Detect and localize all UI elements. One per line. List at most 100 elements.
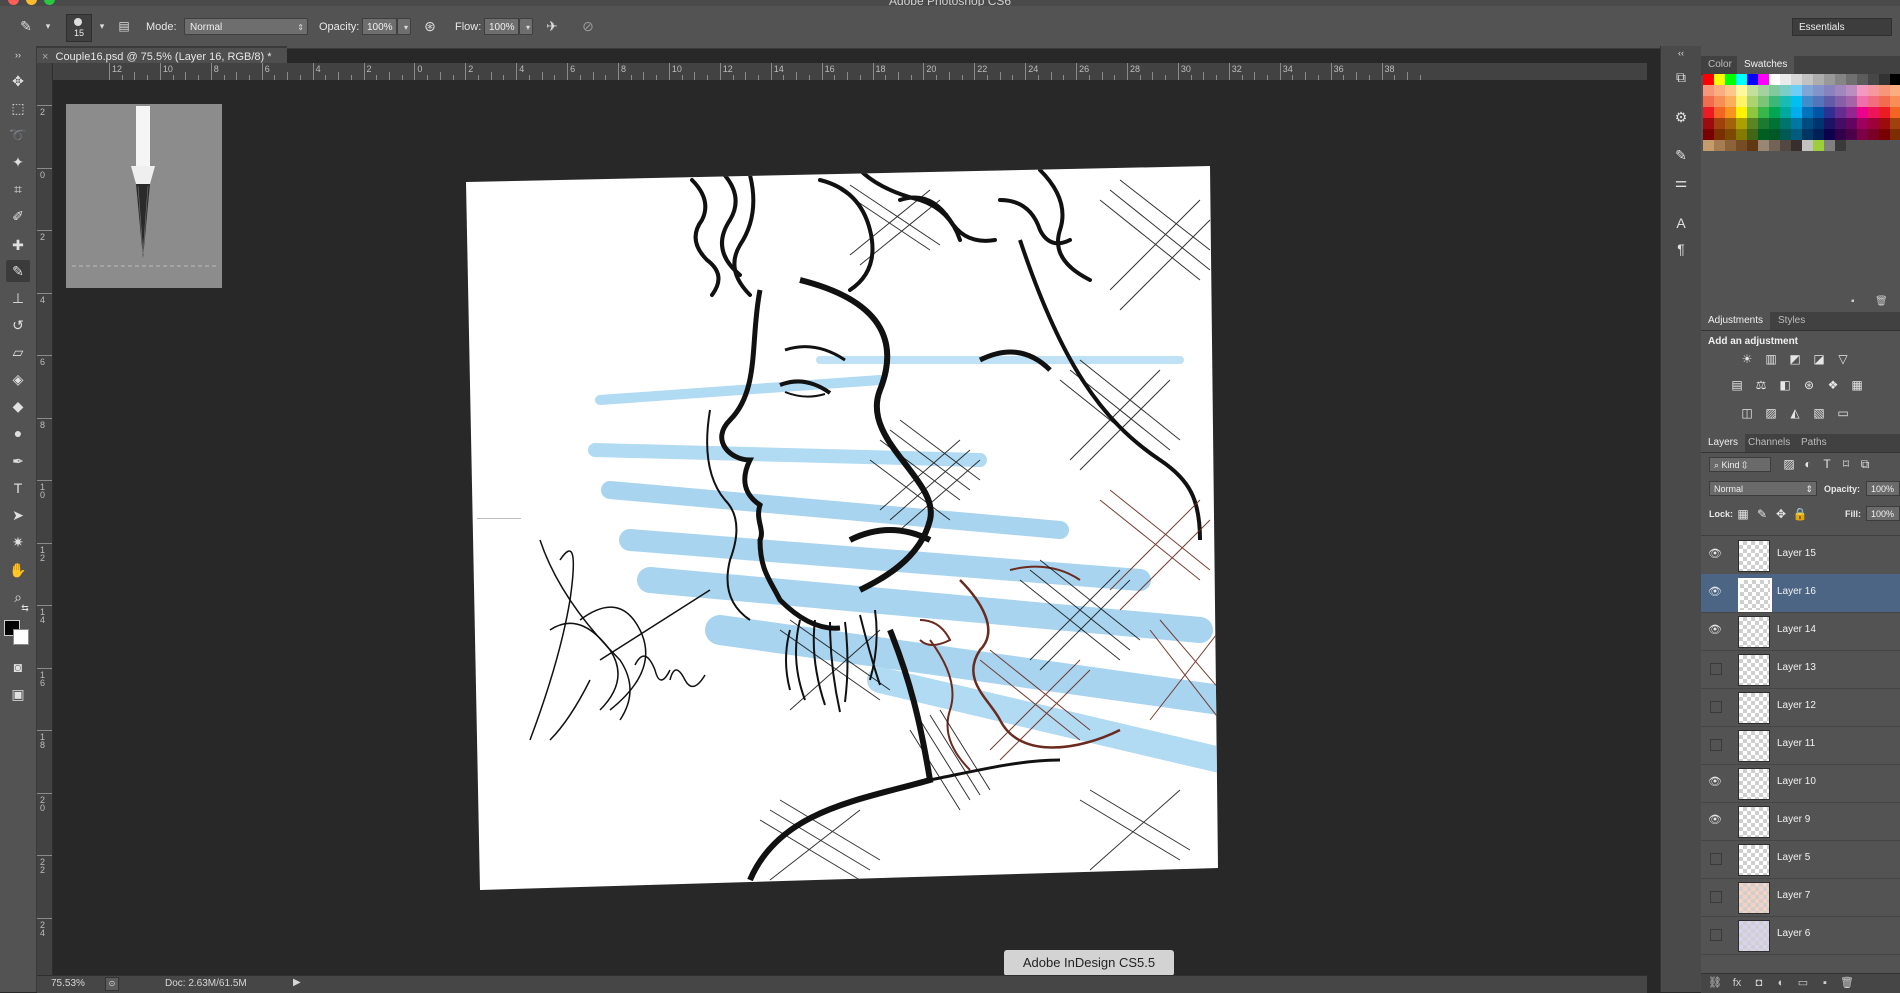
- swatch[interactable]: [1769, 118, 1780, 129]
- swatch[interactable]: [1725, 96, 1736, 107]
- crop-tool-icon[interactable]: ⌗: [6, 178, 30, 200]
- swatch[interactable]: [1703, 118, 1714, 129]
- swatch[interactable]: [1813, 96, 1824, 107]
- filter-adjustment-icon[interactable]: ◐: [1800, 457, 1816, 471]
- layer-name[interactable]: Layer 16: [1777, 586, 1816, 597]
- swatch[interactable]: [1802, 74, 1813, 85]
- layer-name[interactable]: Layer 9: [1777, 814, 1810, 825]
- exposure-icon[interactable]: ◪: [1811, 352, 1827, 366]
- history-brush-tool-icon[interactable]: ↺: [6, 314, 30, 336]
- layer-thumbnail[interactable]: [1738, 540, 1770, 572]
- lock-position-icon[interactable]: ✥: [1773, 507, 1789, 521]
- close-tab-icon[interactable]: ×: [42, 51, 48, 63]
- swatch[interactable]: [1736, 96, 1747, 107]
- pen-tool-icon[interactable]: ✒: [6, 450, 30, 472]
- levels-icon[interactable]: ▥: [1763, 352, 1779, 366]
- dodge-tool-icon[interactable]: ●: [6, 422, 30, 444]
- new-layer-icon[interactable]: ▪: [1817, 976, 1833, 991]
- swatch[interactable]: [1791, 140, 1802, 151]
- swatch[interactable]: [1703, 129, 1714, 140]
- swatch[interactable]: [1890, 96, 1900, 107]
- swatch[interactable]: [1769, 107, 1780, 118]
- swatch[interactable]: [1736, 74, 1747, 85]
- swatch[interactable]: [1747, 140, 1758, 151]
- visibility-eye-icon[interactable]: 👁: [1707, 622, 1723, 638]
- swatch[interactable]: [1780, 129, 1791, 140]
- collapse-toolbar-icon[interactable]: ››: [6, 49, 30, 61]
- swatch[interactable]: [1824, 85, 1835, 96]
- layer-row[interactable]: Layer 6: [1701, 916, 1900, 955]
- swatch[interactable]: [1879, 85, 1890, 96]
- visibility-toggle[interactable]: [1710, 739, 1722, 751]
- brush-tool-preset-icon[interactable]: ✎: [16, 16, 36, 36]
- swatch[interactable]: [1714, 129, 1725, 140]
- visibility-eye-icon[interactable]: 👁: [1707, 584, 1723, 600]
- mode-select[interactable]: Normal ⇕: [184, 18, 308, 35]
- swatch[interactable]: [1769, 74, 1780, 85]
- layer-row[interactable]: Layer 12: [1701, 688, 1900, 727]
- tab-swatches[interactable]: Swatches: [1737, 56, 1795, 74]
- swap-colors-icon[interactable]: ⇆: [18, 602, 32, 614]
- swatch[interactable]: [1813, 107, 1824, 118]
- pressure-size-icon[interactable]: ⊘: [578, 16, 598, 36]
- lock-transparent-icon[interactable]: ▦: [1735, 507, 1751, 521]
- healing-brush-tool-icon[interactable]: ✚: [6, 234, 30, 256]
- swatch[interactable]: [1890, 129, 1900, 140]
- swatch[interactable]: [1780, 74, 1791, 85]
- visibility-toggle[interactable]: [1710, 891, 1722, 903]
- move-tool-icon[interactable]: ✥: [6, 70, 30, 92]
- link-layers-icon[interactable]: ⛓: [1707, 976, 1723, 991]
- swatch[interactable]: [1791, 85, 1802, 96]
- swatch[interactable]: [1758, 107, 1769, 118]
- swatch[interactable]: [1758, 96, 1769, 107]
- tab-adjustments[interactable]: Adjustments: [1701, 312, 1771, 330]
- fill-field[interactable]: 100%: [1866, 506, 1900, 521]
- layer-name[interactable]: Layer 5: [1777, 852, 1810, 863]
- swatch[interactable]: [1758, 140, 1769, 151]
- swatch[interactable]: [1703, 85, 1714, 96]
- swatch[interactable]: [1846, 118, 1857, 129]
- tab-channels[interactable]: Channels: [1741, 434, 1797, 452]
- swatch[interactable]: [1725, 74, 1736, 85]
- status-menu-arrow-icon[interactable]: ▶: [293, 977, 301, 988]
- swatch[interactable]: [1802, 118, 1813, 129]
- visibility-toggle[interactable]: [1710, 701, 1722, 713]
- history-panel-icon[interactable]: ⧉: [1669, 66, 1693, 88]
- layer-filter-kind-select[interactable]: ⌕ Kind ⇕: [1709, 457, 1771, 472]
- swatch[interactable]: [1868, 107, 1879, 118]
- swatch[interactable]: [1758, 118, 1769, 129]
- brush-panel-icon[interactable]: ⚌: [1669, 171, 1693, 193]
- path-selection-tool-icon[interactable]: ➤: [6, 504, 30, 526]
- swatch[interactable]: [1769, 140, 1780, 151]
- swatch[interactable]: [1780, 140, 1791, 151]
- curves-icon[interactable]: ◩: [1787, 352, 1803, 366]
- filter-smart-object-icon[interactable]: ⧉: [1857, 457, 1873, 471]
- swatch[interactable]: [1824, 74, 1835, 85]
- brush-panel-toggle-icon[interactable]: ▤: [114, 16, 134, 36]
- pressure-opacity-icon[interactable]: ⊛: [420, 16, 440, 36]
- eraser-tool-icon[interactable]: ▱: [6, 341, 30, 363]
- brush-size-picker[interactable]: 15: [66, 14, 92, 42]
- swatch[interactable]: [1703, 107, 1714, 118]
- swatch[interactable]: [1813, 74, 1824, 85]
- flow-field[interactable]: 100%: [484, 18, 519, 35]
- layer-thumbnail[interactable]: [1738, 578, 1772, 612]
- quick-selection-tool-icon[interactable]: ✦: [6, 151, 30, 173]
- swatch[interactable]: [1714, 85, 1725, 96]
- tab-layers[interactable]: Layers: [1701, 434, 1746, 452]
- swatch[interactable]: [1890, 74, 1900, 85]
- swatch[interactable]: [1835, 85, 1846, 96]
- layer-name[interactable]: Layer 7: [1777, 890, 1810, 901]
- swatch[interactable]: [1868, 118, 1879, 129]
- threshold-icon[interactable]: ◭: [1787, 406, 1803, 420]
- swatch[interactable]: [1824, 107, 1835, 118]
- lock-all-icon[interactable]: 🔒: [1792, 507, 1808, 521]
- swatch[interactable]: [1725, 85, 1736, 96]
- swatch[interactable]: [1769, 85, 1780, 96]
- gradient-map-icon[interactable]: ▭: [1835, 406, 1851, 420]
- layer-style-icon[interactable]: fx: [1729, 976, 1745, 991]
- eyedropper-tool-icon[interactable]: ✐: [6, 205, 30, 227]
- add-mask-icon[interactable]: ◘: [1751, 976, 1767, 991]
- swatch[interactable]: [1868, 96, 1879, 107]
- tab-color[interactable]: Color: [1701, 56, 1739, 74]
